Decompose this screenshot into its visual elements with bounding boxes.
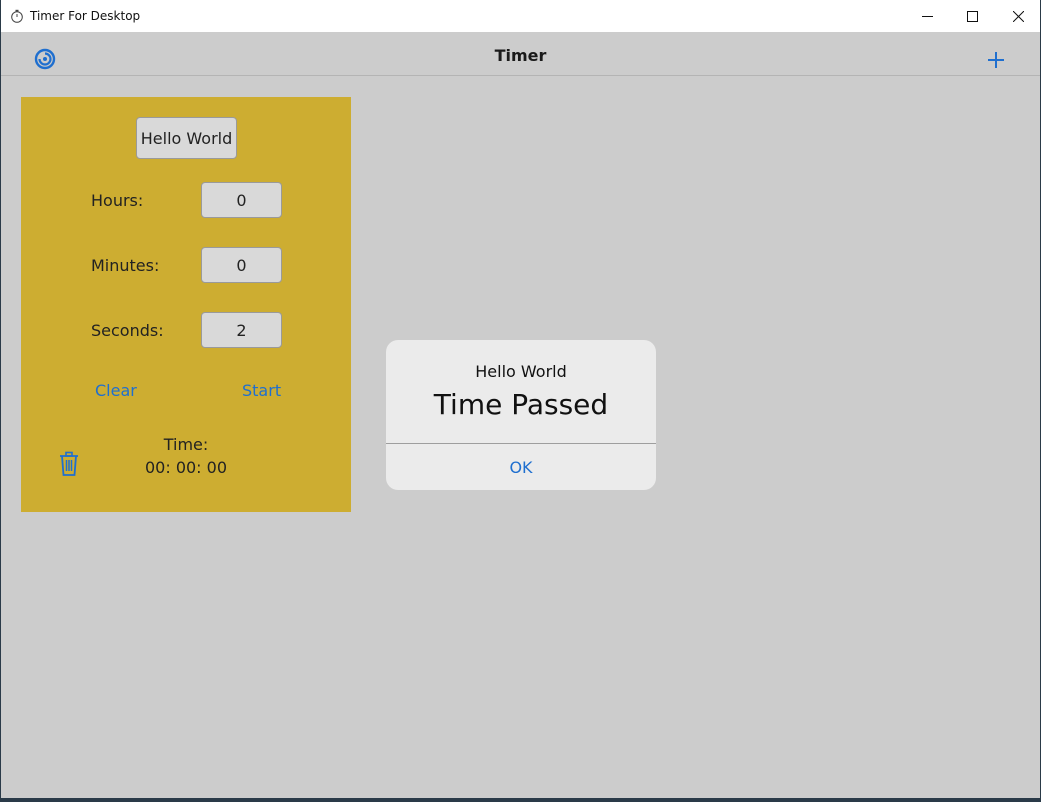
ok-button[interactable]: OK [386,444,656,490]
alert-dialog: Hello World Time Passed OK [386,340,656,490]
clear-button[interactable]: Clear [95,381,137,400]
minutes-label: Minutes: [91,256,160,275]
timer-name-button[interactable]: Hello World [136,117,237,159]
close-icon [1012,10,1024,22]
maximize-icon [966,10,978,22]
plus-icon[interactable] [986,50,1006,70]
header-title: Timer [494,46,547,65]
stopwatch-icon [11,9,23,23]
seconds-label: Seconds: [91,321,164,340]
dialog-message: Time Passed [433,388,609,421]
seconds-input[interactable]: 2 [201,312,282,348]
trash-icon[interactable] [58,451,80,477]
app-window: Timer For Desktop Timer Hello World Hour… [1,0,1040,798]
app-header: Timer [1,32,1040,76]
hours-input[interactable]: 0 [201,182,282,218]
dialog-title: Hello World [475,362,567,381]
time-value: 00: 00: 00 [144,458,228,477]
minimize-icon [921,15,933,17]
hours-label: Hours: [91,191,144,210]
title-bar[interactable]: Timer For Desktop [1,0,1040,32]
window-title: Timer For Desktop [30,9,141,23]
minutes-input[interactable]: 0 [201,247,282,283]
time-label: Time: [163,435,209,454]
maximize-button[interactable] [949,0,995,32]
close-button[interactable] [995,0,1040,32]
timer-card: Hello World Hours: 0 Minutes: 0 Seconds:… [21,97,351,512]
start-button[interactable]: Start [242,381,281,400]
minimize-button[interactable] [904,0,950,32]
